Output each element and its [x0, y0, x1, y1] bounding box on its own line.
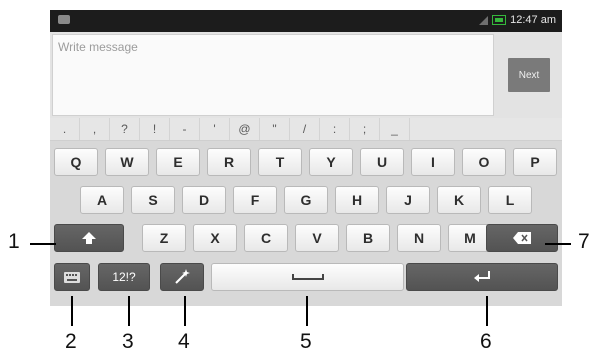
key-p[interactable]: P	[513, 148, 557, 176]
callout-2: 2	[65, 330, 77, 353]
status-time: 12:47 am	[510, 14, 556, 26]
key-i[interactable]: I	[411, 148, 455, 176]
enter-icon	[474, 271, 490, 282]
key-n[interactable]: N	[397, 224, 441, 252]
key-q[interactable]: Q	[54, 148, 98, 176]
key-x[interactable]: X	[193, 224, 237, 252]
key-b[interactable]: B	[346, 224, 390, 252]
callout-5: 5	[300, 330, 312, 353]
callout-line-1	[30, 243, 56, 245]
symbol-key[interactable]: !	[140, 118, 170, 140]
key-g[interactable]: G	[284, 186, 328, 214]
keyboard-settings-icon	[64, 271, 80, 283]
status-bar: 12:47 am	[50, 10, 562, 32]
notification-icon	[58, 15, 70, 24]
callout-line-7	[545, 243, 571, 245]
key-h[interactable]: H	[335, 186, 379, 214]
symbols-key[interactable]: 12!?	[98, 263, 150, 291]
callout-7: 7	[578, 230, 590, 253]
key-w[interactable]: W	[105, 148, 149, 176]
symbol-key[interactable]: '	[200, 118, 230, 140]
message-placeholder: Write message	[58, 40, 138, 54]
key-a[interactable]: A	[80, 186, 124, 214]
key-e[interactable]: E	[156, 148, 200, 176]
callout-line-5	[306, 296, 308, 326]
symbol-key[interactable]: @	[230, 118, 260, 140]
shift-arrow-icon	[82, 232, 96, 244]
key-o[interactable]: O	[462, 148, 506, 176]
message-input[interactable]: Write message	[52, 34, 494, 116]
callout-4: 4	[178, 330, 190, 353]
callout-line-4	[184, 296, 186, 326]
key-v[interactable]: V	[295, 224, 339, 252]
key-f[interactable]: F	[233, 186, 277, 214]
symbol-key[interactable]: /	[290, 118, 320, 140]
key-c[interactable]: C	[244, 224, 288, 252]
keyboard-settings-key[interactable]	[54, 263, 90, 291]
symbol-key[interactable]: "	[260, 118, 290, 140]
battery-icon	[492, 15, 507, 25]
key-r[interactable]: R	[207, 148, 251, 176]
symbol-key[interactable]: _	[380, 118, 410, 140]
onscreen-keyboard: . , ? ! - ' @ " / : ; _ Q W E R T Y U I …	[50, 118, 562, 306]
key-t[interactable]: T	[258, 148, 302, 176]
compose-area: Write message Next	[50, 32, 562, 118]
symbol-key[interactable]: ,	[80, 118, 110, 140]
key-j[interactable]: J	[386, 186, 430, 214]
symbol-key[interactable]: :	[320, 118, 350, 140]
phone-screen: 12:47 am Write message Next . , ? ! - ' …	[50, 10, 562, 306]
space-bar-icon	[291, 274, 324, 280]
callout-3: 3	[122, 330, 134, 353]
symbol-row: . , ? ! - ' @ " / : ; _	[50, 118, 562, 141]
signal-icon	[479, 15, 489, 25]
symbol-key[interactable]: ?	[110, 118, 140, 140]
space-key[interactable]	[211, 263, 404, 291]
callout-line-2	[71, 296, 73, 326]
backspace-icon	[513, 232, 531, 244]
backspace-key[interactable]	[486, 224, 558, 252]
key-s[interactable]: S	[131, 186, 175, 214]
key-d[interactable]: D	[182, 186, 226, 214]
key-y[interactable]: Y	[309, 148, 353, 176]
callout-line-6	[486, 296, 488, 326]
shift-key[interactable]	[54, 224, 124, 252]
callout-1: 1	[8, 230, 20, 253]
enter-key[interactable]	[406, 263, 558, 291]
key-z[interactable]: Z	[142, 224, 186, 252]
status-right: 12:47 am	[479, 14, 556, 26]
key-u[interactable]: U	[360, 148, 404, 176]
symbol-key[interactable]: ;	[350, 118, 380, 140]
next-button[interactable]: Next	[508, 58, 550, 92]
callout-line-3	[128, 296, 130, 326]
symbol-key[interactable]: -	[170, 118, 200, 140]
key-l[interactable]: L	[488, 186, 532, 214]
magic-wand-key[interactable]	[160, 263, 204, 291]
symbol-key[interactable]: .	[50, 118, 80, 140]
magic-wand-icon	[175, 269, 190, 284]
key-k[interactable]: K	[437, 186, 481, 214]
callout-6: 6	[480, 330, 492, 353]
